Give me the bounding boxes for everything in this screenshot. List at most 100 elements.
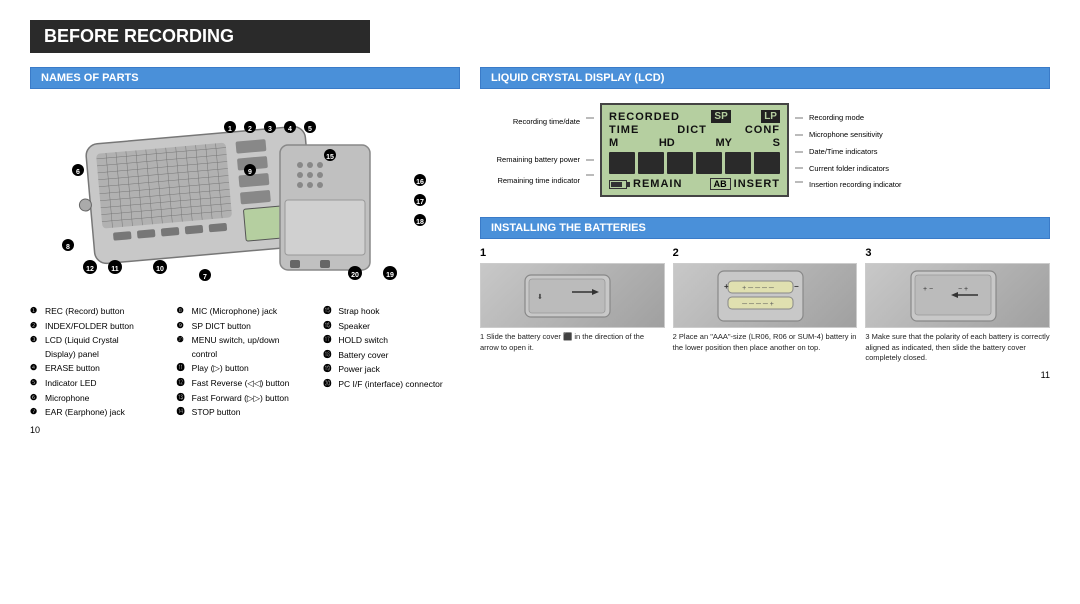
page-title: BEFORE RECORDING bbox=[30, 20, 370, 53]
step-1-image: ⬇ bbox=[480, 263, 665, 328]
part-item-16: ⓰ Speaker bbox=[323, 320, 460, 334]
lcd-hd: HD bbox=[659, 137, 675, 149]
battery-step-1: 1 ⬇ bbox=[480, 247, 665, 364]
svg-text:3: 3 bbox=[268, 126, 272, 133]
lcd-label-datetime: Date/Time indicators bbox=[809, 143, 878, 160]
parts-list: ❶ REC (Record) button ❷ INDEX/FOLDER but… bbox=[30, 305, 460, 421]
lcd-labels-right: Recording mode Microphone sensitivity Da… bbox=[809, 108, 919, 192]
step-1-num: 1 bbox=[480, 247, 665, 259]
part-item-3: ❸ LCD (Liquid CrystalDisplay) panel bbox=[30, 334, 167, 361]
part-item-17: ⓱ HOLD switch bbox=[323, 334, 460, 348]
lcd-header: LIQUID CRYSTAL DISPLAY (LCD) bbox=[480, 67, 1050, 89]
part-item-9: ❾ SP DICT button bbox=[177, 320, 314, 334]
svg-text:7: 7 bbox=[203, 274, 207, 281]
two-column-layout: NAMES OF PARTS bbox=[30, 67, 1050, 594]
part-item-8: ❽ MIC (Microphone) jack bbox=[177, 305, 314, 319]
lcd-label-mic-sensitivity: Microphone sensitivity bbox=[809, 126, 883, 143]
svg-text:+: + bbox=[724, 282, 729, 291]
lcd-section: LIQUID CRYSTAL DISPLAY (LCD) Recording t… bbox=[480, 67, 1050, 205]
step-3-text: 3 Make sure that the polarity of each ba… bbox=[865, 332, 1050, 364]
page-container: BEFORE RECORDING NAMES OF PARTS bbox=[0, 0, 1080, 604]
device-diagram: 1 2 3 4 5 bbox=[30, 97, 460, 297]
lcd-screen: RECORDED SP LP TIME DICT CONF M bbox=[600, 103, 789, 197]
svg-text:− +: − + bbox=[958, 286, 968, 293]
lcd-sp: SP bbox=[711, 110, 730, 123]
svg-text:9: 9 bbox=[248, 169, 252, 176]
left-column: NAMES OF PARTS bbox=[30, 67, 460, 594]
svg-text:5: 5 bbox=[308, 126, 312, 133]
hold-switch-label: HOLD switch bbox=[338, 334, 388, 348]
svg-text:4: 4 bbox=[288, 126, 292, 133]
svg-text:10: 10 bbox=[156, 266, 164, 273]
svg-text:+ ─ ─ ─ ─: + ─ ─ ─ ─ bbox=[742, 285, 774, 292]
lcd-s: S bbox=[773, 137, 780, 149]
lcd-m: M bbox=[609, 137, 618, 149]
lcd-insert-group: AB INSERT bbox=[710, 178, 780, 190]
step3-svg: + − − + bbox=[903, 267, 1013, 325]
battery-step-2: 2 + ─ ─ ─ ─ ─ ─ ─ ─ + bbox=[673, 247, 858, 364]
svg-text:2: 2 bbox=[248, 126, 252, 133]
part-item-19: ⓳ Power jack bbox=[323, 363, 460, 377]
parts-col-3: ⓯ Strap hook ⓰ Speaker ⓱ HOLD switch ⓲ B… bbox=[323, 305, 460, 421]
step-2-image: + ─ ─ ─ ─ ─ ─ ─ ─ + + − bbox=[673, 263, 858, 328]
part-item-11: ⓫ Play (▷) button bbox=[177, 362, 314, 376]
lcd-conf: CONF bbox=[745, 124, 780, 136]
batteries-header: INSTALLING THE BATTERIES bbox=[480, 217, 1050, 239]
lcd-battery-icon bbox=[609, 180, 630, 189]
lcd-dict: DICT bbox=[677, 124, 707, 136]
lcd-label-remaining-time: Remaining time indicator bbox=[497, 173, 580, 187]
recorder-svg: 1 2 3 4 5 bbox=[60, 105, 430, 290]
svg-text:6: 6 bbox=[76, 169, 80, 176]
step-2-text: 2 Place an "AAA"-size (LR06, R06 or SUM-… bbox=[673, 332, 858, 353]
part-item-6: ❻ Microphone bbox=[30, 392, 167, 406]
part-item-2: ❷ INDEX/FOLDER button bbox=[30, 320, 167, 334]
svg-text:16: 16 bbox=[416, 179, 424, 186]
right-column: LIQUID CRYSTAL DISPLAY (LCD) Recording t… bbox=[480, 67, 1050, 594]
lcd-labels-left: Recording time/date Remaining battery po… bbox=[480, 113, 580, 187]
lcd-recorded: RECORDED bbox=[609, 111, 680, 123]
lcd-label-recording-time: Recording time/date bbox=[513, 113, 580, 145]
lcd-bottom-row: REMAIN AB INSERT bbox=[609, 178, 780, 190]
parts-col-2: ❽ MIC (Microphone) jack ❾ SP DICT button… bbox=[177, 305, 314, 421]
names-of-parts-header: NAMES OF PARTS bbox=[30, 67, 460, 89]
lcd-lp: LP bbox=[761, 110, 780, 123]
step2-svg: + ─ ─ ─ ─ ─ ─ ─ ─ + + − bbox=[710, 267, 820, 325]
lcd-my: MY bbox=[715, 137, 732, 149]
part-item-12: ⓬ Fast Reverse (◁◁) button bbox=[177, 377, 314, 391]
part-item-18: ⓲ Battery cover bbox=[323, 349, 460, 363]
batteries-section: INSTALLING THE BATTERIES 1 bbox=[480, 217, 1050, 380]
lcd-time: TIME bbox=[609, 124, 639, 136]
step1-svg: ⬇ bbox=[517, 267, 627, 325]
lcd-label-folder: Current folder indicators bbox=[809, 160, 889, 176]
step-1-text: 1 Slide the battery cover ⬛ in the direc… bbox=[480, 332, 665, 353]
page-num-left: 10 bbox=[30, 425, 460, 435]
lcd-insert-text: INSERT bbox=[734, 178, 780, 190]
lcd-remain-group: REMAIN bbox=[609, 178, 682, 190]
part-item-10: ❿ MENU switch, up/downcontrol bbox=[177, 334, 314, 361]
svg-text:1: 1 bbox=[228, 126, 232, 133]
svg-text:18: 18 bbox=[416, 219, 424, 226]
svg-text:19: 19 bbox=[386, 272, 394, 279]
page-num-right: 11 bbox=[480, 370, 1050, 380]
step-3-image: + − − + bbox=[865, 263, 1050, 328]
svg-text:8: 8 bbox=[66, 244, 70, 251]
part-item-7: ❼ EAR (Earphone) jack bbox=[30, 406, 167, 420]
connector-lines-left-svg bbox=[586, 110, 594, 190]
lcd-segments bbox=[609, 152, 780, 174]
lcd-ab-box: AB bbox=[710, 178, 731, 190]
part-item-1: ❶ REC (Record) button bbox=[30, 305, 167, 319]
svg-text:20: 20 bbox=[351, 272, 359, 279]
step-2-num: 2 bbox=[673, 247, 858, 259]
svg-text:+ −: + − bbox=[923, 286, 933, 293]
lcd-connector-right bbox=[795, 110, 803, 190]
lcd-label-insertion: Insertion recording indicator bbox=[809, 176, 902, 192]
svg-text:12: 12 bbox=[86, 266, 94, 273]
svg-text:15: 15 bbox=[326, 154, 334, 161]
part-item-13: ⓭ Fast Forward (▷▷) button bbox=[177, 392, 314, 406]
svg-text:11: 11 bbox=[111, 266, 119, 273]
svg-text:⬇: ⬇ bbox=[537, 293, 543, 301]
part-item-14: ⓮ STOP button bbox=[177, 406, 314, 420]
svg-text:─ ─ ─ ─ +: ─ ─ ─ ─ + bbox=[741, 301, 774, 308]
battery-step-3: 3 + − − + bbox=[865, 247, 1050, 364]
part-item-5: ❺ Indicator LED bbox=[30, 377, 167, 391]
